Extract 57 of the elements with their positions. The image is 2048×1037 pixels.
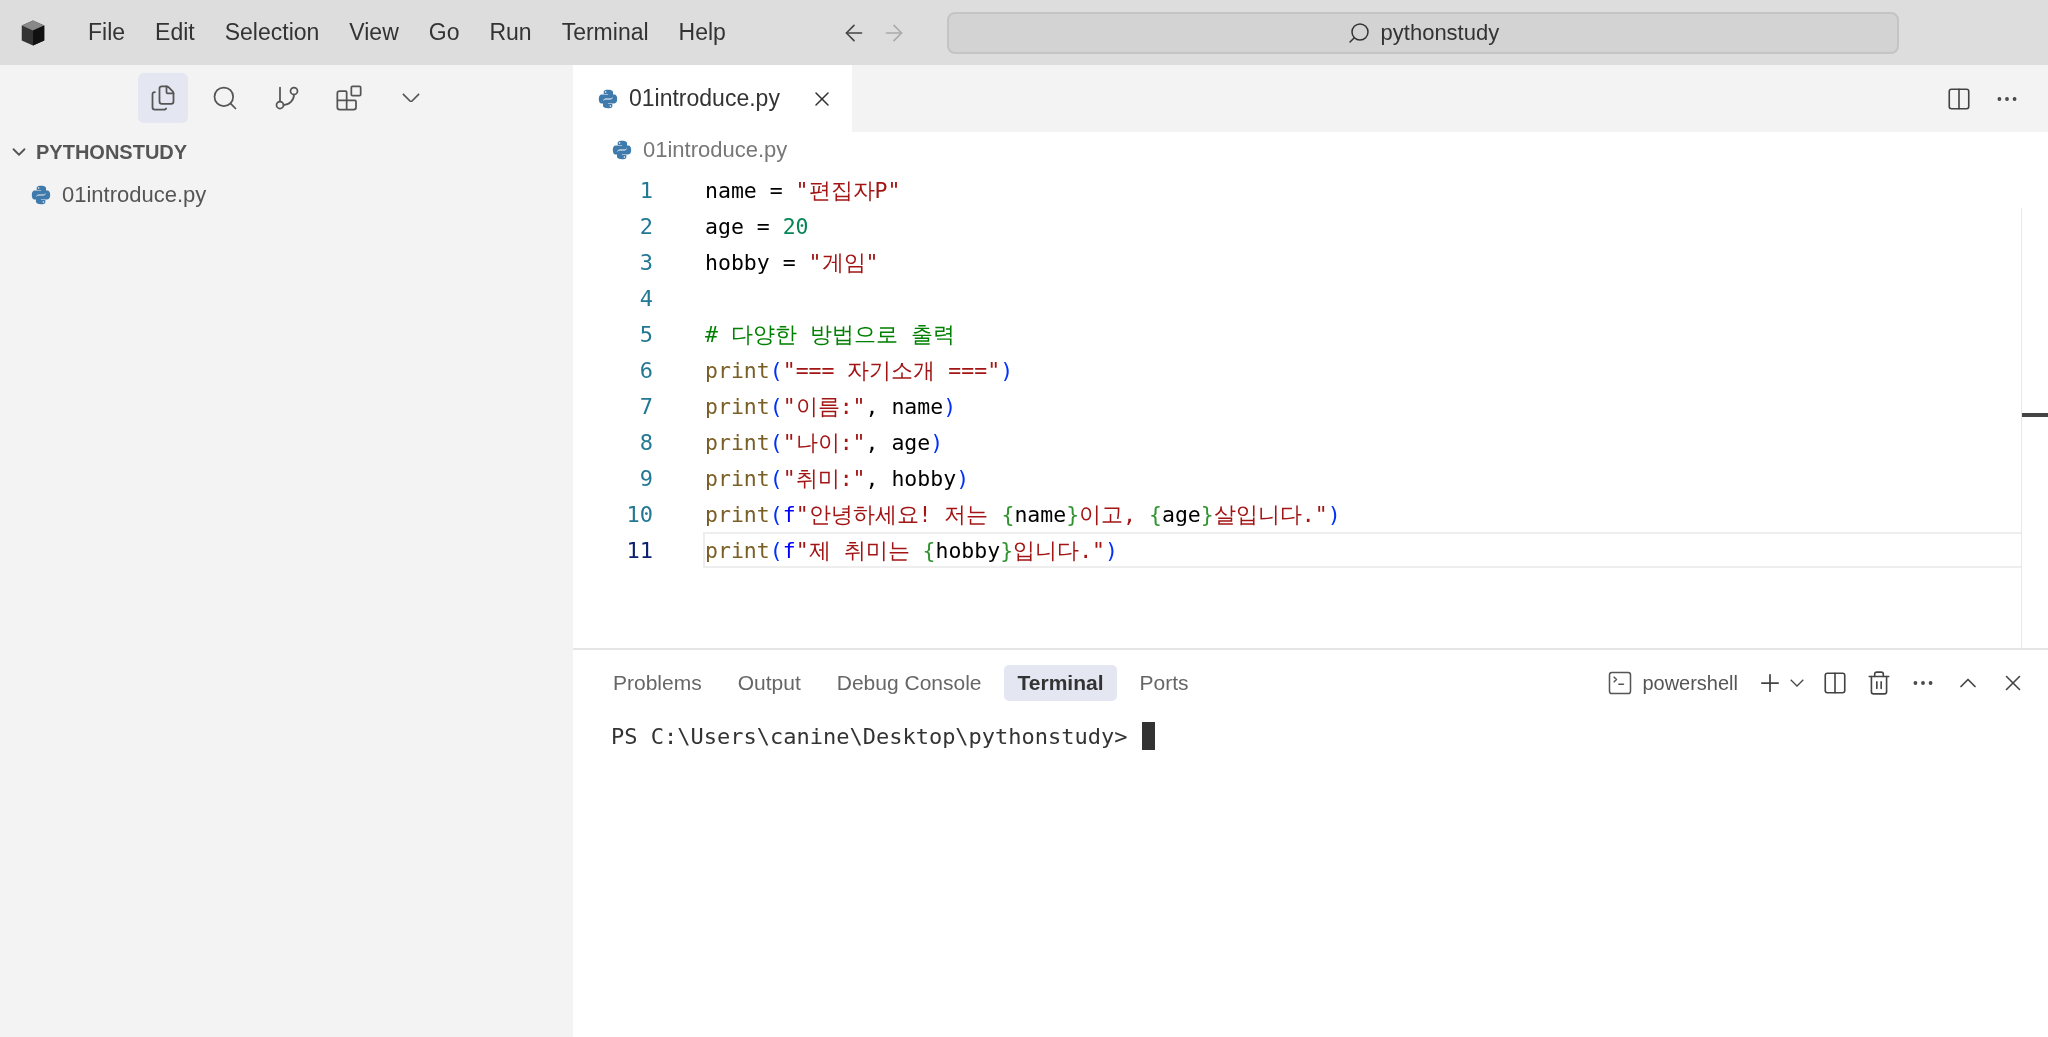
terminal-cursor [1141,722,1155,750]
line-number: 11 [625,537,653,563]
line-number: 7 [638,393,653,419]
code-line: name = "편집자P" [704,176,902,205]
menu-item[interactable]: Help [663,19,741,46]
panel-tab[interactable]: Output [723,665,815,701]
file-name: 01introduce.py [62,182,207,208]
menu-item[interactable]: Run [474,19,547,46]
blocks-icon [334,83,363,112]
chevron-down-icon [1790,679,1804,687]
line-number: 8 [638,429,653,455]
menu-item[interactable]: Edit [140,19,210,46]
menu-item[interactable]: Terminal [546,19,664,46]
code-line: print(f"안녕하세요! 저는 {name}이고, {age}살입니다.") [704,500,1342,529]
code-line: # 다양한 방법으로 출력 [704,320,956,349]
code-line: print(f"제 취미는 {hobby}입니다.") [703,532,2021,568]
terminal-profile-button[interactable]: powershell [1606,669,1738,697]
python-icon [611,139,633,161]
line-number: 5 [638,321,653,347]
line-number: 3 [638,249,653,275]
panel-tab[interactable]: Ports [1125,665,1203,701]
line-number: 2 [638,213,653,239]
line-number: 6 [638,357,653,383]
explorer-button[interactable] [137,72,188,123]
panel-tab[interactable]: Problems [599,665,716,701]
line-number: 9 [638,465,653,491]
command-center[interactable]: pythonstudy [946,11,1899,54]
line-number: 10 [625,501,653,527]
menu-item[interactable]: View [334,19,414,46]
trash-icon[interactable] [1866,670,1892,696]
tab-label: 01introduce.py [629,85,780,112]
panel-tab[interactable]: Debug Console [822,665,996,701]
code-line: age = 20 [704,212,810,241]
cursor-marker [2022,413,2048,417]
editor-tab[interactable]: 01introduce.py [573,65,852,132]
code-line: print("=== 자기소개 ===") [704,356,1015,385]
code-line: hobby = "게임" [704,248,880,277]
menu-item[interactable]: Selection [209,19,335,46]
explorer-tree-row[interactable]: 01introduce.py [0,174,573,216]
line-number: 1 [638,177,653,203]
breadcrumb[interactable]: 01introduce.py [643,137,788,163]
line-number: 4 [638,285,653,311]
python-icon [30,184,52,206]
menu-item[interactable]: Go [413,19,475,46]
menu-item[interactable]: File [73,19,141,46]
folder-name: PYTHONSTUDY [36,140,188,164]
code-line: print("이름:", name) [704,392,958,421]
code-line: print("취미:", hobby) [704,464,971,493]
panel-tab[interactable]: Terminal [1003,665,1118,701]
split-terminal-icon[interactable] [1822,670,1848,696]
code-line: print("나이:", age) [704,428,945,457]
chevron-down-icon [401,92,420,103]
folder-row[interactable]: PYTHONSTUDY [0,130,573,174]
terminal-prompt: PS C:\Users\canine\Desktop\pythonstudy> [611,723,1128,749]
search-icon [1346,20,1371,45]
python-icon [597,87,619,110]
split-editor-icon[interactable] [1946,85,1972,112]
